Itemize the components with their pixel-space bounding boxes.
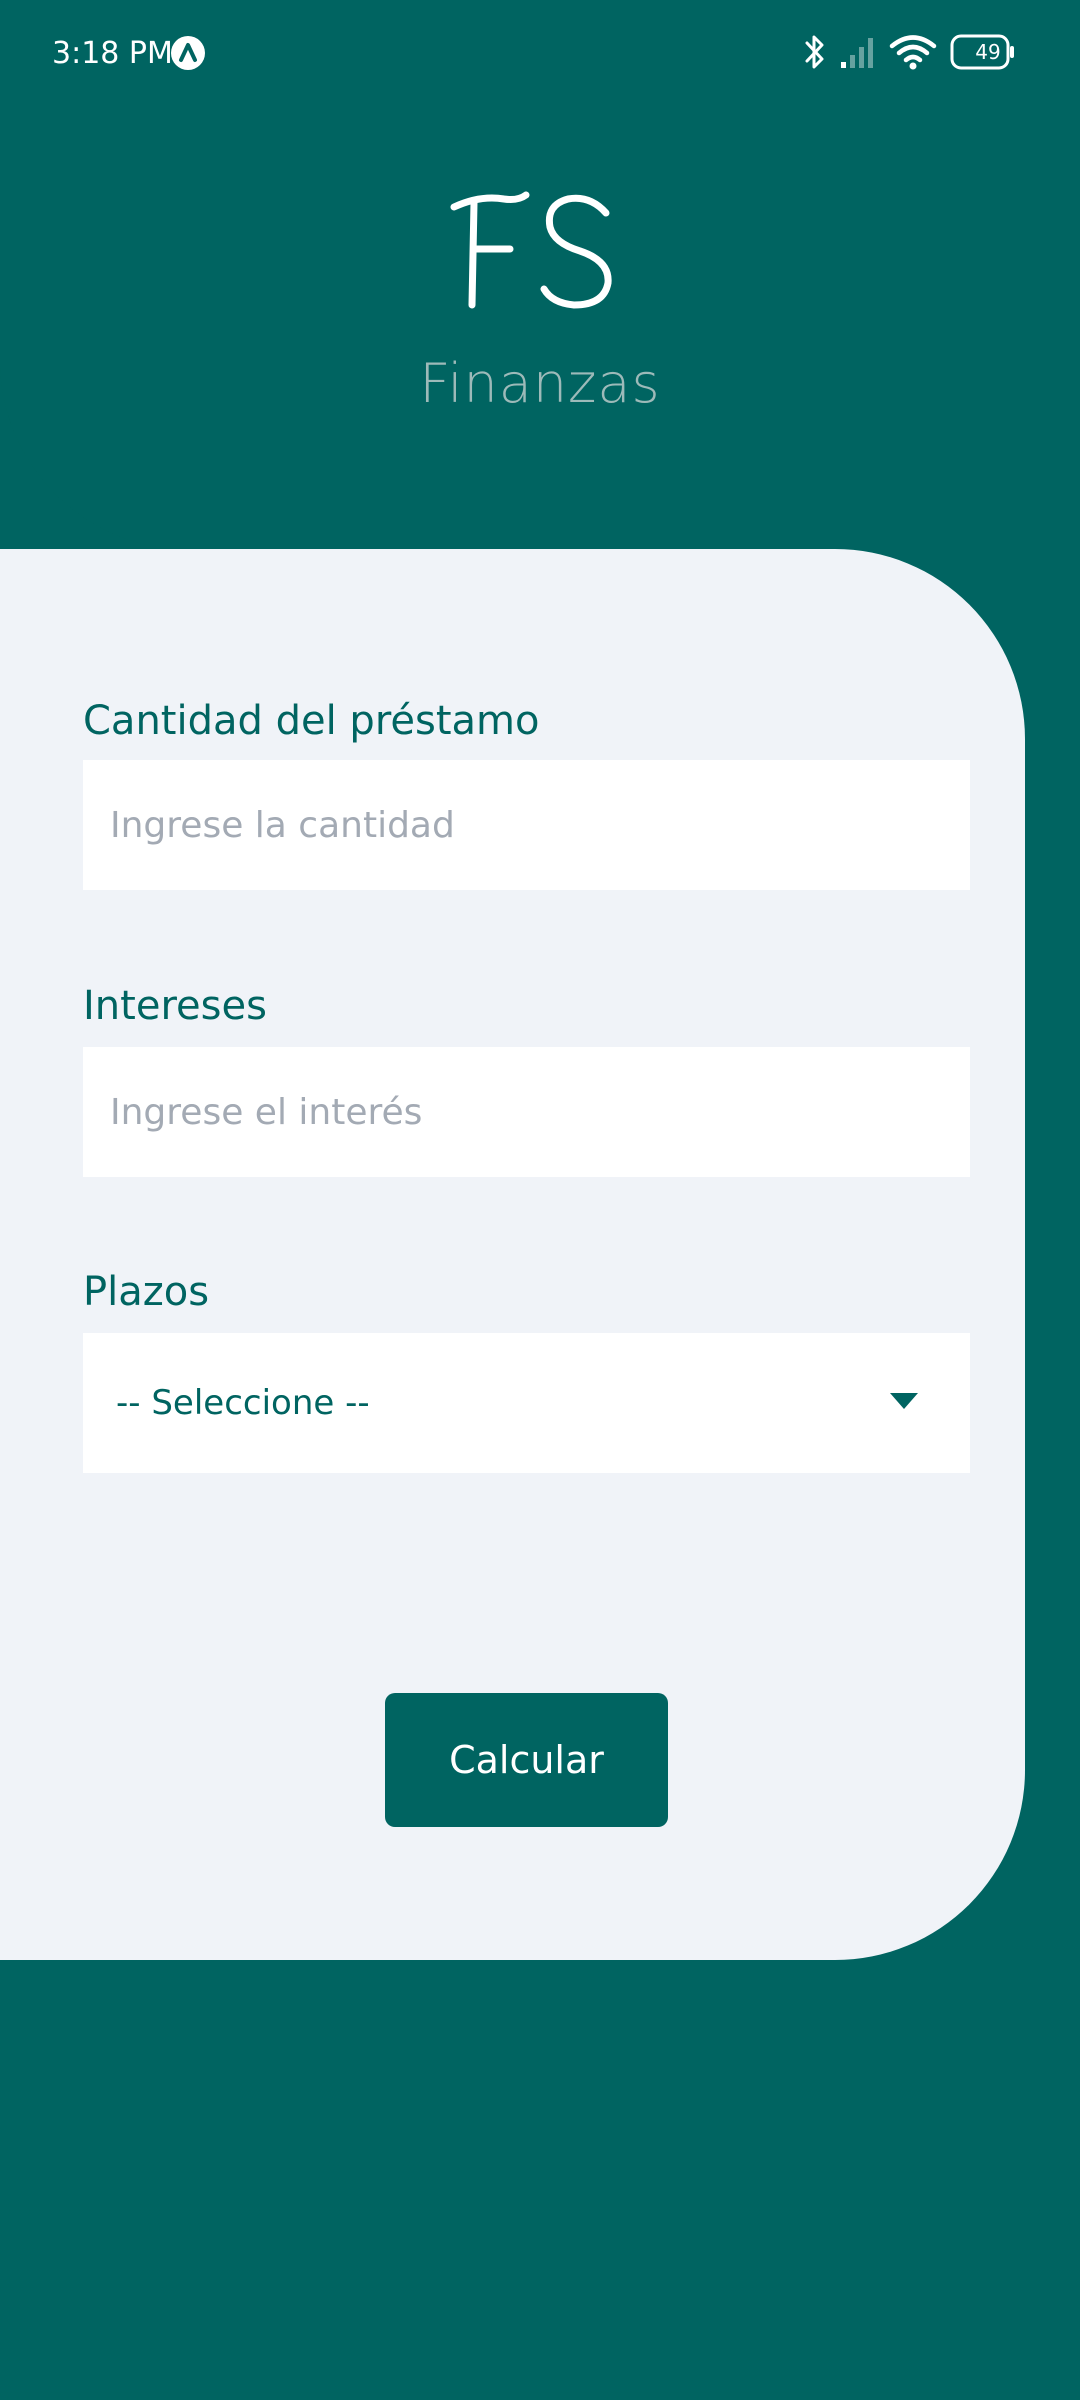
bluetooth-icon <box>805 35 824 69</box>
terms-label: Plazos <box>83 1269 210 1315</box>
amount-label: Cantidad del préstamo <box>83 698 540 744</box>
caret-down-icon <box>890 1393 918 1409</box>
wifi-icon <box>889 35 937 70</box>
battery-level: 49 <box>975 40 1001 64</box>
app-logo-icon <box>171 36 205 70</box>
app-logo <box>450 191 612 309</box>
interest-input[interactable] <box>83 1047 970 1177</box>
status-time: 3:18 PM <box>52 36 173 71</box>
amount-input[interactable] <box>83 760 970 890</box>
status-bar: 3:18 PM 49 <box>0 0 1080 104</box>
calculate-button[interactable]: Calcular <box>385 1693 668 1827</box>
terms-selected-value: -- Seleccione -- <box>116 1383 370 1423</box>
app-name: Finanzas <box>419 352 661 415</box>
interest-label: Intereses <box>83 983 267 1029</box>
signal-icon <box>841 38 873 68</box>
terms-select[interactable]: -- Seleccione -- <box>83 1333 970 1473</box>
